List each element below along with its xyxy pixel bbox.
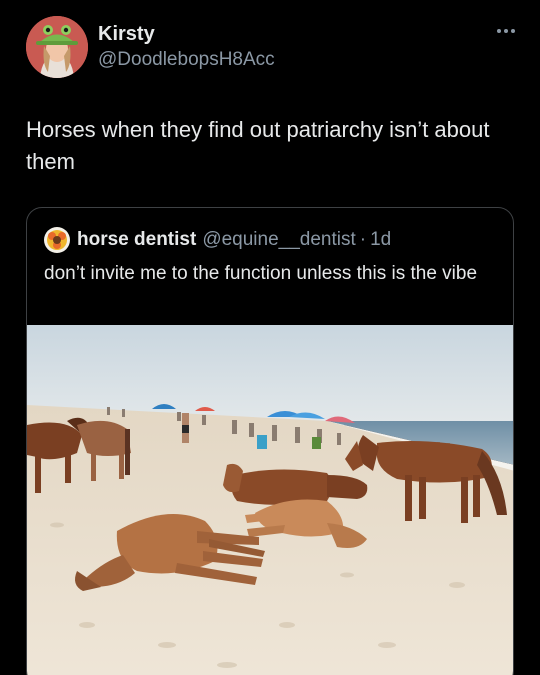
dot (497, 29, 501, 33)
sunflower-avatar-icon (44, 227, 70, 253)
quoted-tweet-header: horse dentist @equine__dentist · 1d (44, 227, 391, 253)
author-display-name[interactable]: Kirsty (98, 22, 275, 46)
dot (504, 29, 508, 33)
quoted-timestamp[interactable]: 1d (370, 229, 391, 251)
quoted-tweet[interactable]: horse dentist @equine__dentist · 1d don’… (26, 207, 514, 675)
separator: · (359, 229, 367, 250)
author-avatar[interactable] (26, 16, 88, 78)
frog-hat-avatar-icon (26, 16, 88, 78)
author-handle[interactable]: @DoodlebopsH8Acc (98, 47, 275, 73)
quoted-tweet-text: don’t invite me to the function unless t… (44, 263, 478, 284)
dot (511, 29, 515, 33)
quoted-tweet-photo[interactable] (27, 325, 513, 675)
more-dots-icon[interactable] (494, 24, 518, 38)
quoted-author-avatar[interactable] (44, 227, 70, 253)
tweet: Kirsty @DoodlebopsH8Acc Horses when they… (0, 0, 540, 675)
tweet-text: Horses when they find out patriarchy isn… (26, 117, 490, 174)
beach-horses-image (27, 325, 513, 675)
quoted-author-handle[interactable]: @equine__dentist (202, 229, 355, 251)
tweet-header: Kirsty @DoodlebopsH8Acc (26, 16, 520, 80)
author-info: Kirsty @DoodlebopsH8Acc (98, 22, 275, 73)
quoted-author-name[interactable]: horse dentist (77, 229, 196, 251)
